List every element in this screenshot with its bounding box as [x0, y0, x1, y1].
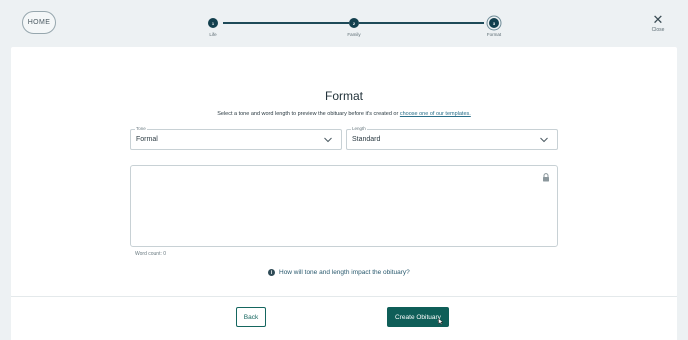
tone-value: Formal — [136, 136, 158, 143]
tone-length-help-link[interactable]: i How will tone and length impact the ob… — [268, 269, 410, 276]
step-connector — [359, 22, 484, 24]
footer-bar — [11, 297, 677, 340]
lock-icon — [543, 173, 549, 182]
tone-label: Tone — [135, 126, 147, 131]
close-button[interactable]: ✕ Close — [650, 13, 666, 34]
subtitle-text: Select a tone and word length to preview… — [217, 111, 399, 117]
footer-divider — [11, 296, 677, 297]
length-value: Standard — [352, 136, 381, 143]
back-button[interactable]: Back — [236, 307, 266, 327]
page-subtitle: Select a tone and word length to preview… — [0, 111, 688, 117]
help-text[interactable]: How will tone and length impact the obit… — [279, 269, 410, 276]
step-1-label: Life — [209, 32, 217, 37]
word-count: Word count: 0 — [135, 251, 167, 257]
step-2-indicator[interactable]: 2 — [349, 18, 359, 28]
chevron-down-icon — [324, 137, 332, 143]
step-3-indicator: 3 — [489, 18, 499, 28]
info-icon: i — [268, 269, 275, 276]
close-icon[interactable]: ✕ — [650, 13, 666, 26]
obituary-preview-area — [130, 165, 558, 247]
step-2-label: Family — [347, 32, 361, 37]
step-3-label: Format — [486, 32, 502, 37]
page-title: Format — [324, 89, 363, 103]
length-select[interactable]: Length Standard — [346, 126, 558, 150]
step-1-indicator[interactable]: 1 — [208, 18, 218, 28]
mouse-cursor-icon — [438, 318, 444, 325]
chevron-down-icon — [540, 137, 548, 143]
step-connector — [223, 22, 349, 24]
progress-stepper: 1 2 3 Life Family Format — [208, 18, 501, 42]
length-label: Length — [351, 126, 367, 131]
home-button[interactable]: HOME — [22, 11, 56, 34]
choose-template-link[interactable]: choose one of our templates. — [400, 111, 471, 117]
close-label: Close — [651, 27, 665, 33]
tone-select[interactable]: Tone Formal — [130, 126, 342, 150]
